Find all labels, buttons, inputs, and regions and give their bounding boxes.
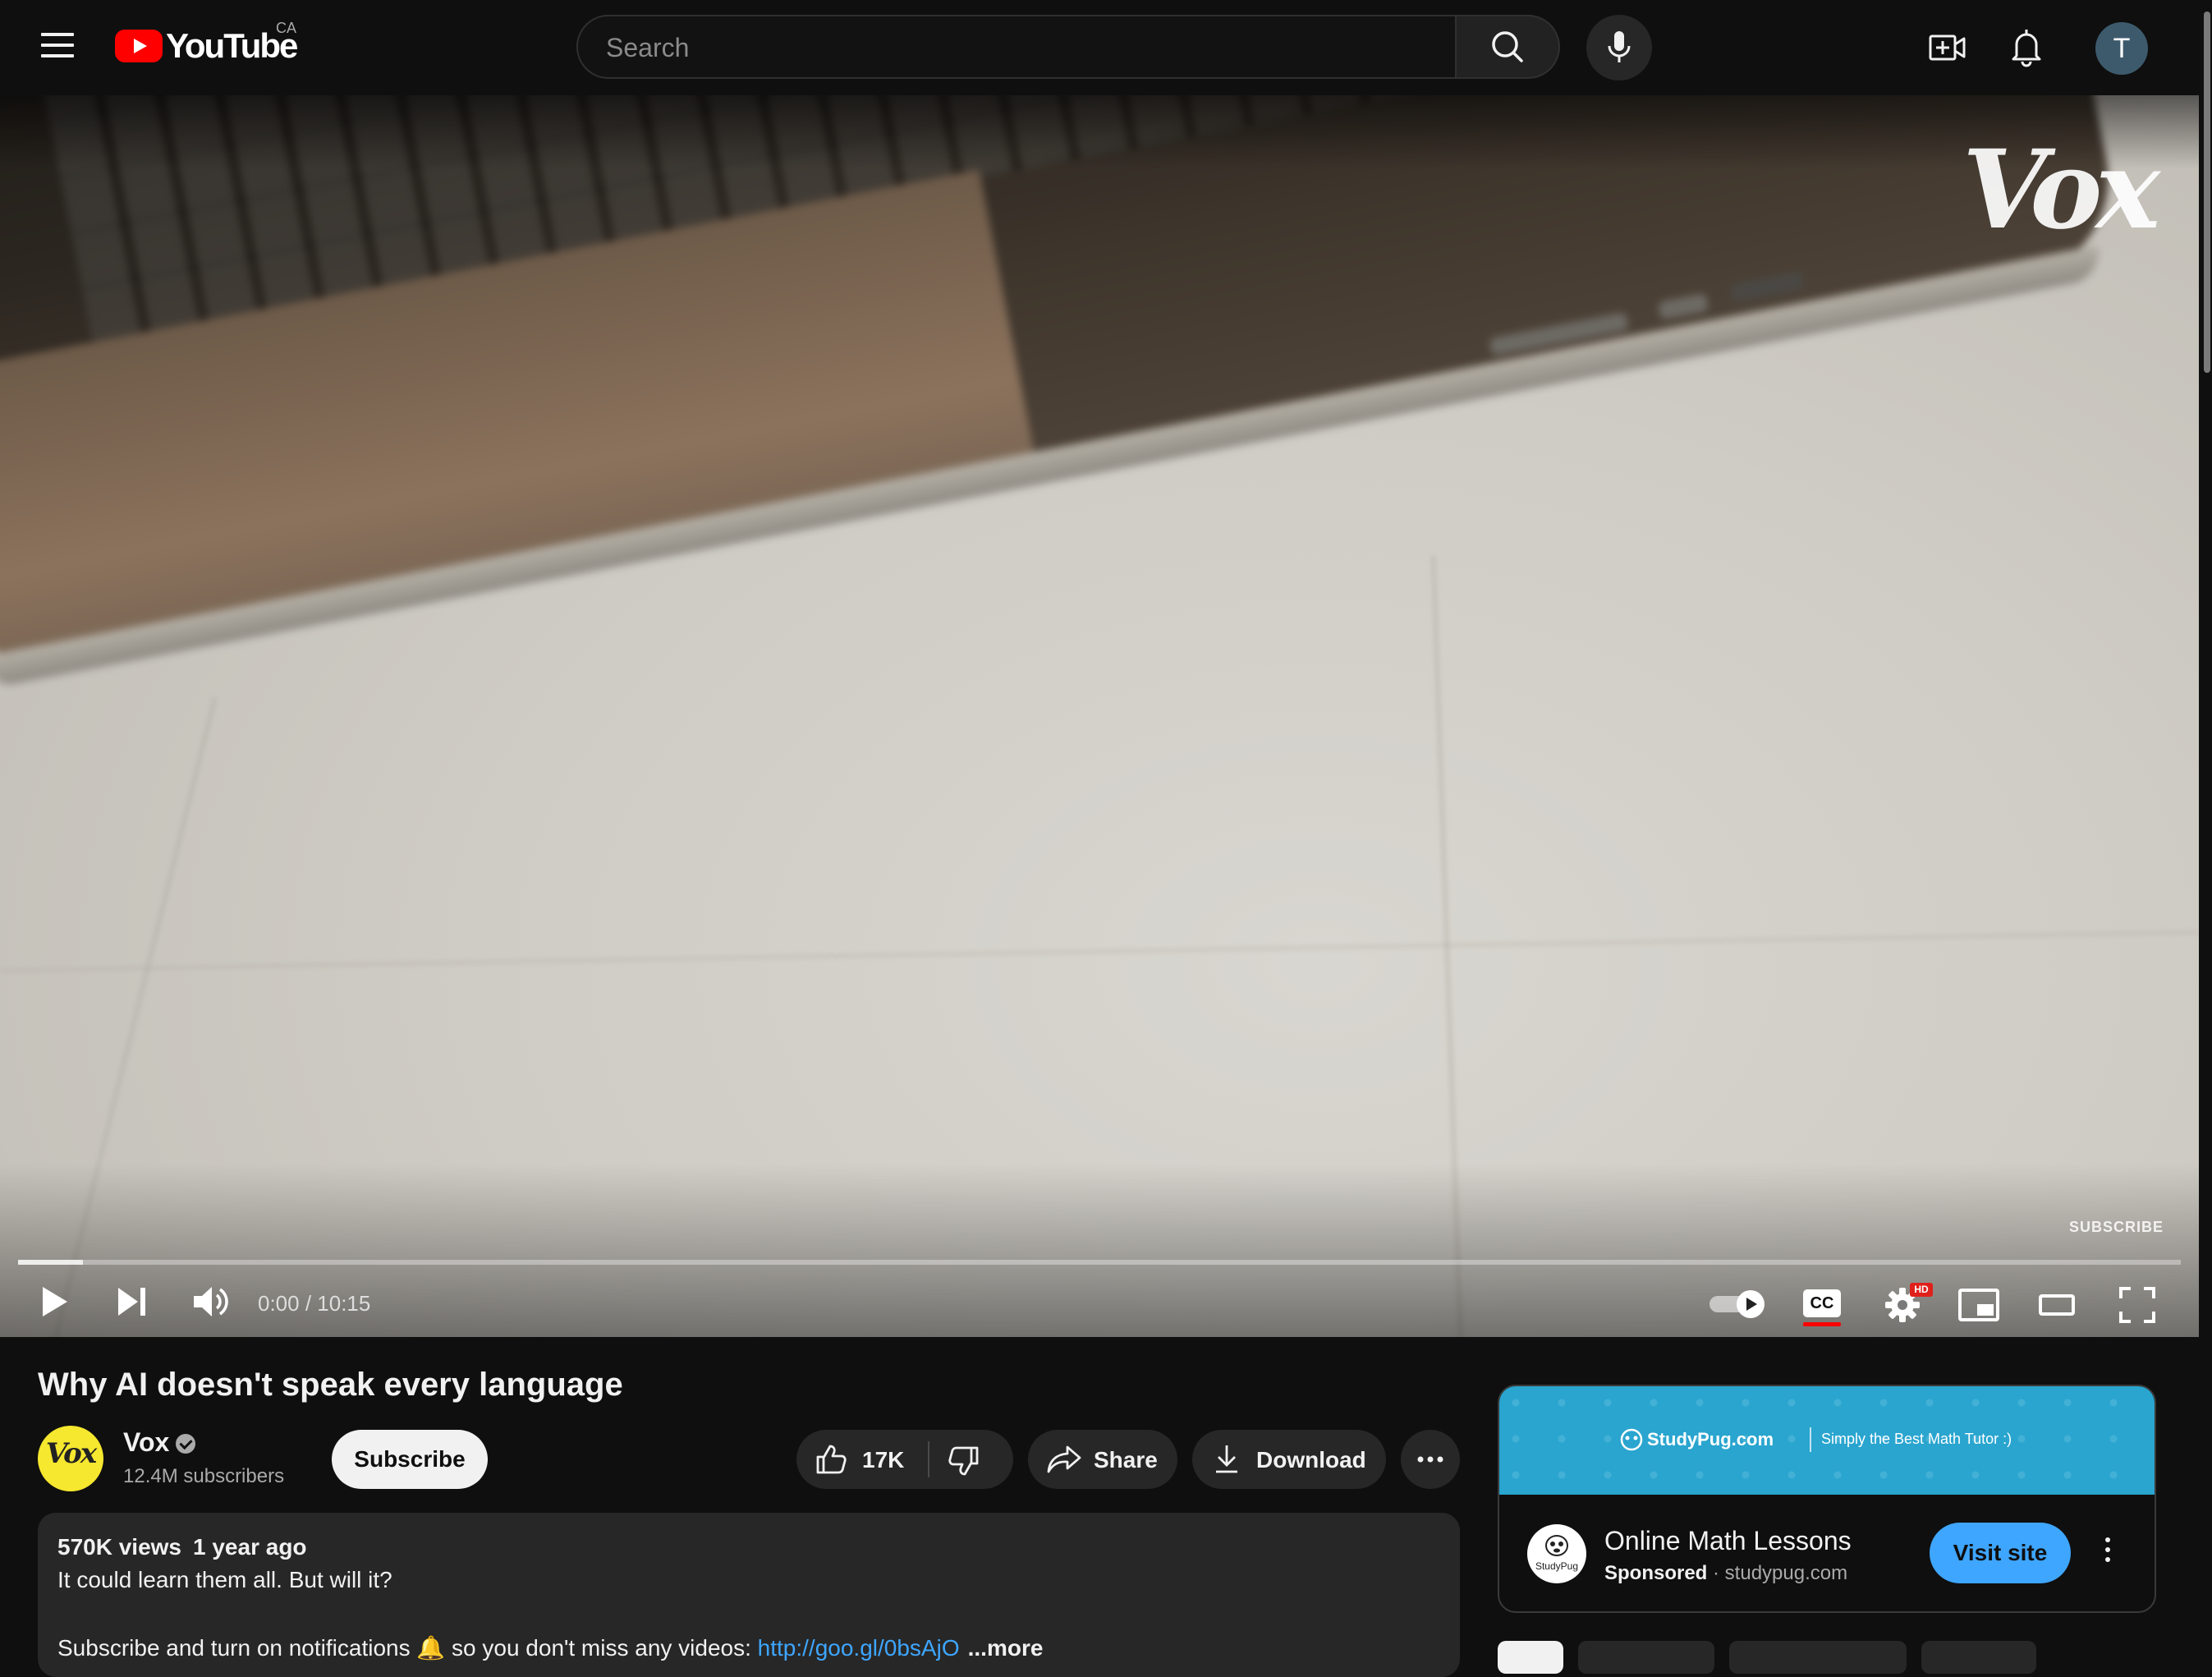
time-total: 10:15 xyxy=(317,1291,371,1316)
pug-logo-icon xyxy=(1620,1428,1643,1451)
time-display: 0:00 / 10:15 xyxy=(258,1291,370,1316)
bell-icon xyxy=(2012,30,2041,67)
channel-watermark[interactable]: Vox xyxy=(1962,126,2160,254)
description-text: It could learn them all. But will it? xyxy=(57,1567,392,1592)
create-button[interactable] xyxy=(1928,28,1967,67)
masthead: YouTube CA T xyxy=(0,0,2212,95)
verified-icon xyxy=(176,1434,195,1454)
filter-chip[interactable] xyxy=(1921,1641,2036,1674)
description-line: Subscribe and turn on notifications 🔔 so… xyxy=(57,1634,1043,1661)
channel-avatar-text: Vox xyxy=(45,1437,97,1470)
region-code: CA xyxy=(276,20,297,36)
download-button[interactable]: Download xyxy=(1192,1430,1386,1489)
description-subscribe-text: Subscribe and turn on notifications 🔔 so… xyxy=(57,1635,758,1661)
ad-domain: studypug.com xyxy=(1724,1562,1848,1584)
like-icon[interactable] xyxy=(815,1443,847,1476)
filter-chip-all[interactable] xyxy=(1498,1641,1563,1674)
ad-more-icon[interactable] xyxy=(2104,1537,2112,1570)
dislike-icon[interactable] xyxy=(948,1445,980,1477)
ad-banner[interactable]: StudyPug.com Simply the Best Math Tutor … xyxy=(1499,1386,2155,1495)
more-actions-button[interactable] xyxy=(1401,1430,1460,1489)
search-input[interactable] xyxy=(604,26,1429,69)
visit-site-button[interactable]: Visit site xyxy=(1930,1523,2071,1583)
like-count[interactable]: 17K xyxy=(862,1447,904,1473)
ad-sponsored-line: Sponsored · studypug.com xyxy=(1604,1562,1847,1585)
advertiser-logo-text: StudyPug xyxy=(1535,1560,1579,1572)
miniplayer-icon[interactable] xyxy=(1957,1288,2000,1322)
captions-icon[interactable]: CC xyxy=(1803,1289,1841,1317)
description-box[interactable]: 570K views 1 year ago It could learn them… xyxy=(38,1513,1460,1677)
advertiser-logo[interactable]: StudyPug xyxy=(1527,1524,1586,1583)
video-frame xyxy=(0,95,2199,1337)
theater-icon[interactable] xyxy=(2038,1291,2076,1319)
play-icon[interactable] xyxy=(36,1283,72,1321)
buffered-progress xyxy=(18,1260,83,1265)
notifications-button[interactable] xyxy=(2007,26,2046,67)
account-avatar[interactable]: T xyxy=(2095,22,2148,75)
description-link[interactable]: http://goo.gl/0bsAjO xyxy=(758,1635,960,1661)
share-button[interactable]: Share xyxy=(1028,1430,1177,1489)
ad-banner-brand: StudyPug.com xyxy=(1647,1429,1774,1450)
create-video-icon xyxy=(1929,34,1966,61)
more-icon xyxy=(1417,1456,1443,1463)
mic-icon xyxy=(1608,31,1631,62)
pug-face-icon xyxy=(1545,1535,1568,1556)
ad-title[interactable]: Online Math Lessons xyxy=(1604,1526,1852,1556)
download-label: Download xyxy=(1256,1447,1366,1473)
youtube-logo[interactable]: YouTube xyxy=(115,23,298,69)
filter-chip[interactable] xyxy=(1729,1641,1907,1674)
show-more-link[interactable]: ...more xyxy=(968,1635,1044,1661)
menu-icon[interactable] xyxy=(41,33,74,59)
progress-bar[interactable] xyxy=(18,1260,2181,1265)
sponsored-ad-card[interactable]: StudyPug.com Simply the Best Math Tutor … xyxy=(1498,1385,2156,1613)
voice-search-button[interactable] xyxy=(1586,15,1652,80)
autoplay-toggle-icon[interactable] xyxy=(1708,1288,1769,1321)
time-separator: / xyxy=(299,1291,318,1316)
description-meta: 570K views 1 year ago xyxy=(57,1534,319,1560)
ad-banner-tagline: Simply the Best Math Tutor :) xyxy=(1821,1431,2012,1447)
subscribe-button[interactable]: Subscribe xyxy=(332,1430,488,1489)
captions-active-indicator xyxy=(1803,1322,1841,1326)
youtube-logo-icon xyxy=(115,30,163,62)
sponsored-label: Sponsored xyxy=(1604,1562,1708,1584)
video-title: Why AI doesn't speak every language xyxy=(38,1367,623,1403)
subscriber-count: 12.4M subscribers xyxy=(123,1465,285,1487)
like-divider xyxy=(928,1441,929,1477)
scrollbar-thumb[interactable] xyxy=(2204,11,2210,373)
ad-separator: · xyxy=(1707,1562,1725,1584)
search-box xyxy=(576,15,1457,79)
filter-chip[interactable] xyxy=(1578,1641,1714,1674)
next-icon[interactable] xyxy=(115,1284,151,1319)
search-icon xyxy=(1492,31,1523,62)
video-player[interactable]: Vox SUBSCRIBE 0:00 / 10:15 CC HD xyxy=(0,95,2199,1337)
volume-icon[interactable] xyxy=(190,1283,232,1321)
upload-age: 1 year ago xyxy=(193,1534,307,1560)
hd-badge: HD xyxy=(1910,1283,1933,1297)
endscreen-subscribe[interactable]: SUBSCRIBE xyxy=(2069,1219,2164,1236)
search-button[interactable] xyxy=(1457,15,1560,79)
view-count: 570K views xyxy=(57,1534,181,1560)
fullscreen-icon[interactable] xyxy=(2118,1286,2156,1324)
channel-name[interactable]: Vox xyxy=(123,1427,169,1458)
like-dislike-group: 17K xyxy=(796,1430,1013,1489)
channel-avatar[interactable]: Vox xyxy=(38,1426,103,1491)
download-icon xyxy=(1216,1445,1237,1473)
share-label: Share xyxy=(1094,1447,1158,1473)
time-current: 0:00 xyxy=(258,1291,300,1316)
ad-banner-divider xyxy=(1810,1427,1811,1452)
share-icon xyxy=(1047,1445,1081,1473)
